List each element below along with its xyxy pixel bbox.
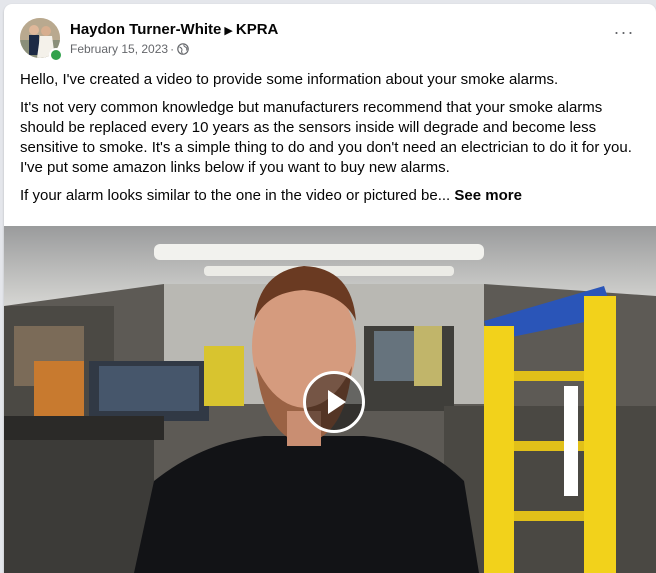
globe-icon[interactable] — [177, 43, 189, 55]
post-meta: February 15, 2023 · — [70, 42, 189, 56]
arrow-right-icon: ▶ — [224, 25, 233, 37]
play-icon — [328, 390, 346, 414]
video-player[interactable] — [4, 226, 656, 573]
group-name-link[interactable]: KPRA — [236, 21, 279, 38]
author-name-link[interactable]: Haydon Turner-White — [70, 21, 221, 38]
more-options-button[interactable]: ··· — [610, 23, 638, 48]
post-header: Haydon Turner-White ▶ KPRA February 15, 20… — [20, 18, 644, 62]
truncated-text: If your alarm looks similar to the one i… — [20, 187, 451, 204]
post-date-link[interactable]: February 15, 2023 — [70, 42, 168, 56]
see-more-link[interactable]: See more — [454, 187, 522, 204]
meta-separator: · — [170, 42, 175, 56]
post-paragraph-truncated: If your alarm looks similar to the one i… — [20, 186, 644, 206]
online-status-dot — [49, 48, 63, 62]
post-paragraph: It's not very common knowledge but manuf… — [20, 99, 632, 176]
play-button[interactable] — [303, 371, 365, 433]
post-body: Hello, I've created a video to provide s… — [20, 70, 644, 214]
post-paragraph: Hello, I've created a video to provide s… — [20, 71, 559, 88]
post-card: Haydon Turner-White ▶ KPRA February 15, 20… — [4, 4, 656, 573]
author-line: Haydon Turner-White ▶ KPRA — [70, 21, 278, 38]
